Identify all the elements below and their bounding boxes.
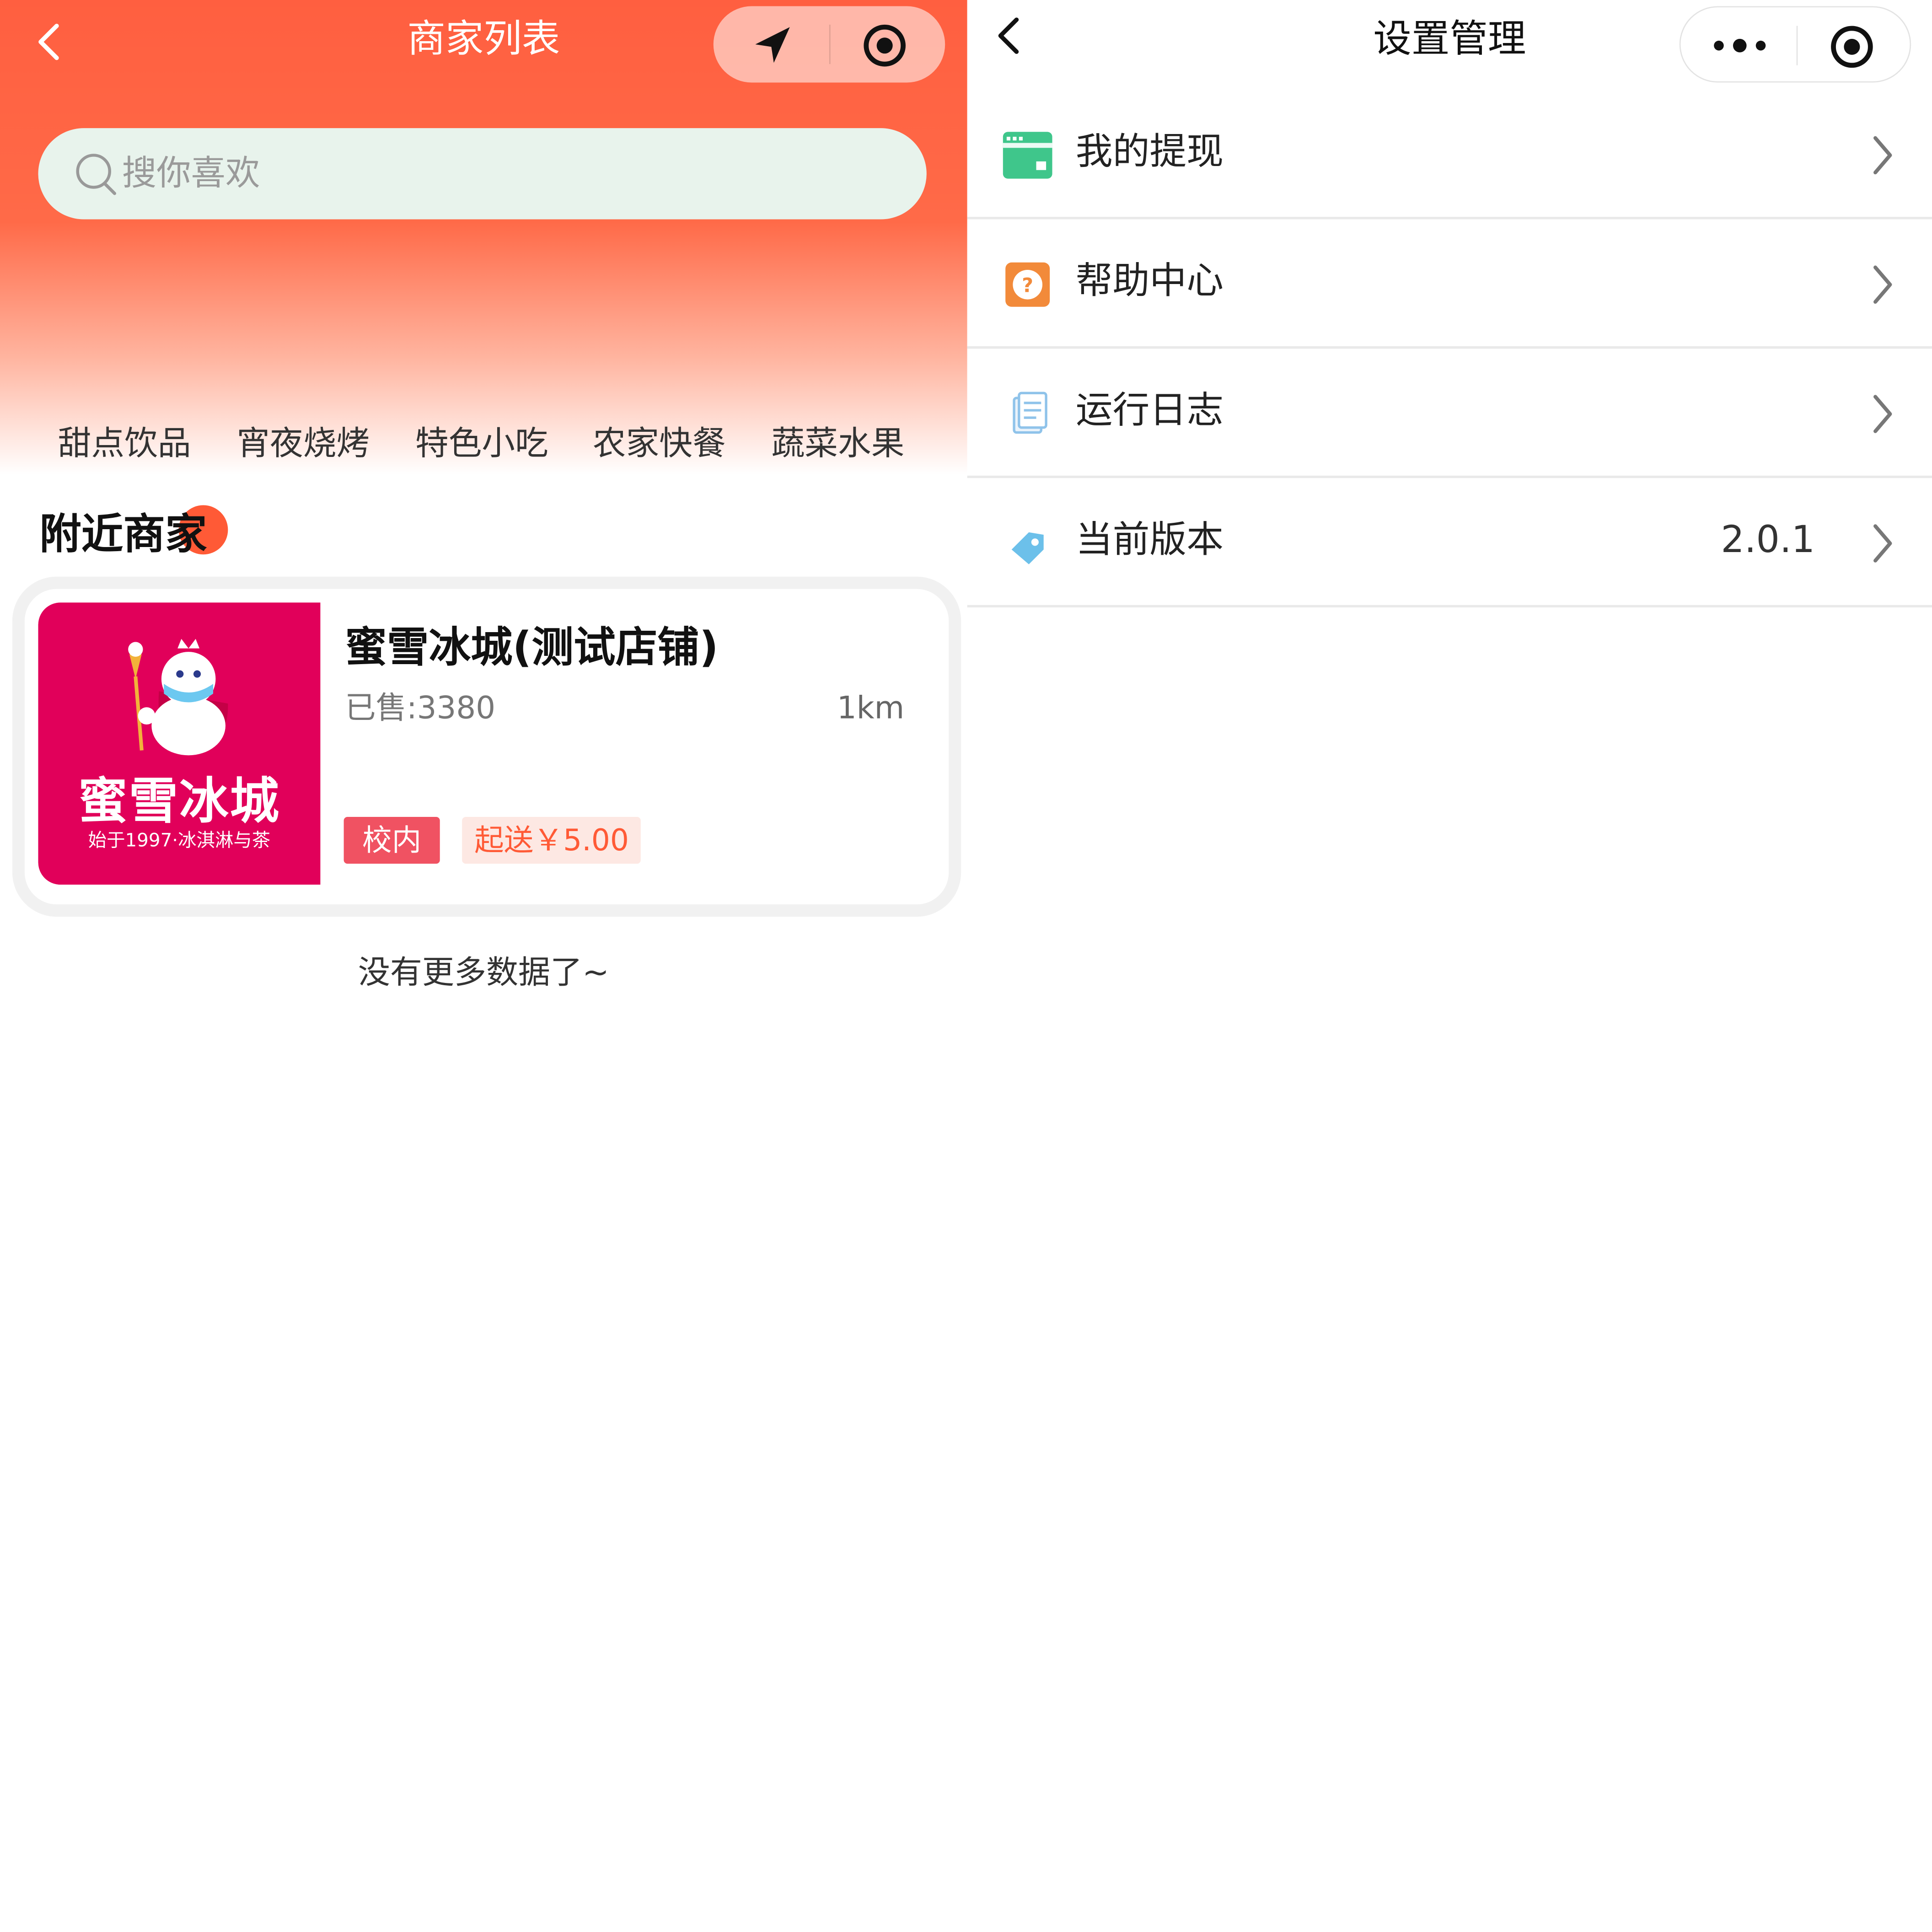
mini-program-capsule — [1679, 6, 1911, 83]
search-icon — [76, 154, 117, 195]
record-circle-icon[interactable] — [861, 22, 908, 69]
snowman-mascot-icon — [128, 635, 228, 756]
category-tab[interactable]: 蔬菜水果 — [771, 417, 904, 473]
wallet-card-icon — [1003, 132, 1052, 179]
chevron-right-icon — [1873, 524, 1892, 563]
logo-brand-text: 蜜雪冰城 — [78, 773, 280, 831]
category-tab[interactable]: 宵夜烧烤 — [236, 417, 370, 473]
version-tag-icon — [1011, 532, 1044, 564]
menu-item-help-center[interactable]: ? 帮助中心 — [967, 220, 1932, 349]
shop-logo: 蜜雪冰城 始于1997·冰淇淋与茶 — [38, 602, 321, 885]
menu-item-label: 当前版本 — [1075, 519, 1224, 562]
record-circle-icon[interactable] — [1829, 23, 1875, 70]
category-tab[interactable]: 农家快餐 — [593, 417, 726, 473]
shop-name: 蜜雪冰城(测试店铺) — [345, 623, 719, 673]
location-arrow-icon[interactable] — [748, 21, 797, 70]
logo-slogan-text: 始于1997·冰淇淋与茶 — [88, 829, 271, 852]
shop-distance: 1km — [837, 690, 905, 726]
shop-card[interactable]: 蜜雪冰城 始于1997·冰淇淋与茶 蜜雪冰城(测试店铺) 已售:3380 1km… — [24, 589, 949, 905]
min-order-tag: 起送￥5.00 — [462, 817, 641, 864]
menu-item-current-version[interactable]: 当前版本 2.0.1 — [967, 478, 1932, 608]
no-more-data-text: 没有更多数据了~ — [358, 955, 609, 992]
campus-tag: 校内 — [343, 817, 440, 864]
menu-item-label: 帮助中心 — [1075, 260, 1224, 303]
category-tab[interactable]: 特色小吃 — [415, 417, 548, 473]
menu-item-label: 运行日志 — [1075, 389, 1224, 433]
svg-text:?: ? — [1022, 274, 1033, 297]
capsule-divider — [1796, 26, 1798, 65]
chevron-right-icon — [1873, 395, 1892, 433]
menu-item-label: 我的提现 — [1075, 130, 1224, 174]
chevron-right-icon — [1873, 265, 1892, 304]
capsule-divider — [829, 24, 831, 64]
settings-screen: 设置管理 我的提现 ? 帮助中心 运行日志 当前版本 2.0.1 — [967, 0, 1932, 1932]
section-title: 附近商家 — [39, 510, 207, 560]
menu-item-run-log[interactable]: 运行日志 — [967, 349, 1932, 478]
menu-item-withdraw[interactable]: 我的提现 — [967, 90, 1932, 220]
chevron-right-icon — [1873, 136, 1892, 175]
document-log-icon — [1013, 392, 1047, 434]
search-placeholder: 搜你喜欢 — [122, 153, 260, 193]
version-value: 2.0.1 — [1721, 519, 1815, 562]
category-tabs: 甜点饮品 宵夜烧烤 特色小吃 农家快餐 蔬菜水果 — [0, 417, 967, 473]
help-question-icon: ? — [1005, 262, 1050, 307]
more-dots-icon[interactable] — [1712, 37, 1767, 54]
merchant-list-screen: 商家列表 搜你喜欢 甜点饮品 宵夜烧烤 特色小吃 农家快餐 蔬菜水果 附近商家 … — [0, 0, 967, 1932]
shop-sold-count: 已售:3380 — [345, 690, 496, 726]
search-input[interactable]: 搜你喜欢 — [38, 128, 927, 220]
category-tab[interactable]: 甜点饮品 — [58, 417, 191, 473]
mini-program-capsule — [713, 6, 945, 83]
